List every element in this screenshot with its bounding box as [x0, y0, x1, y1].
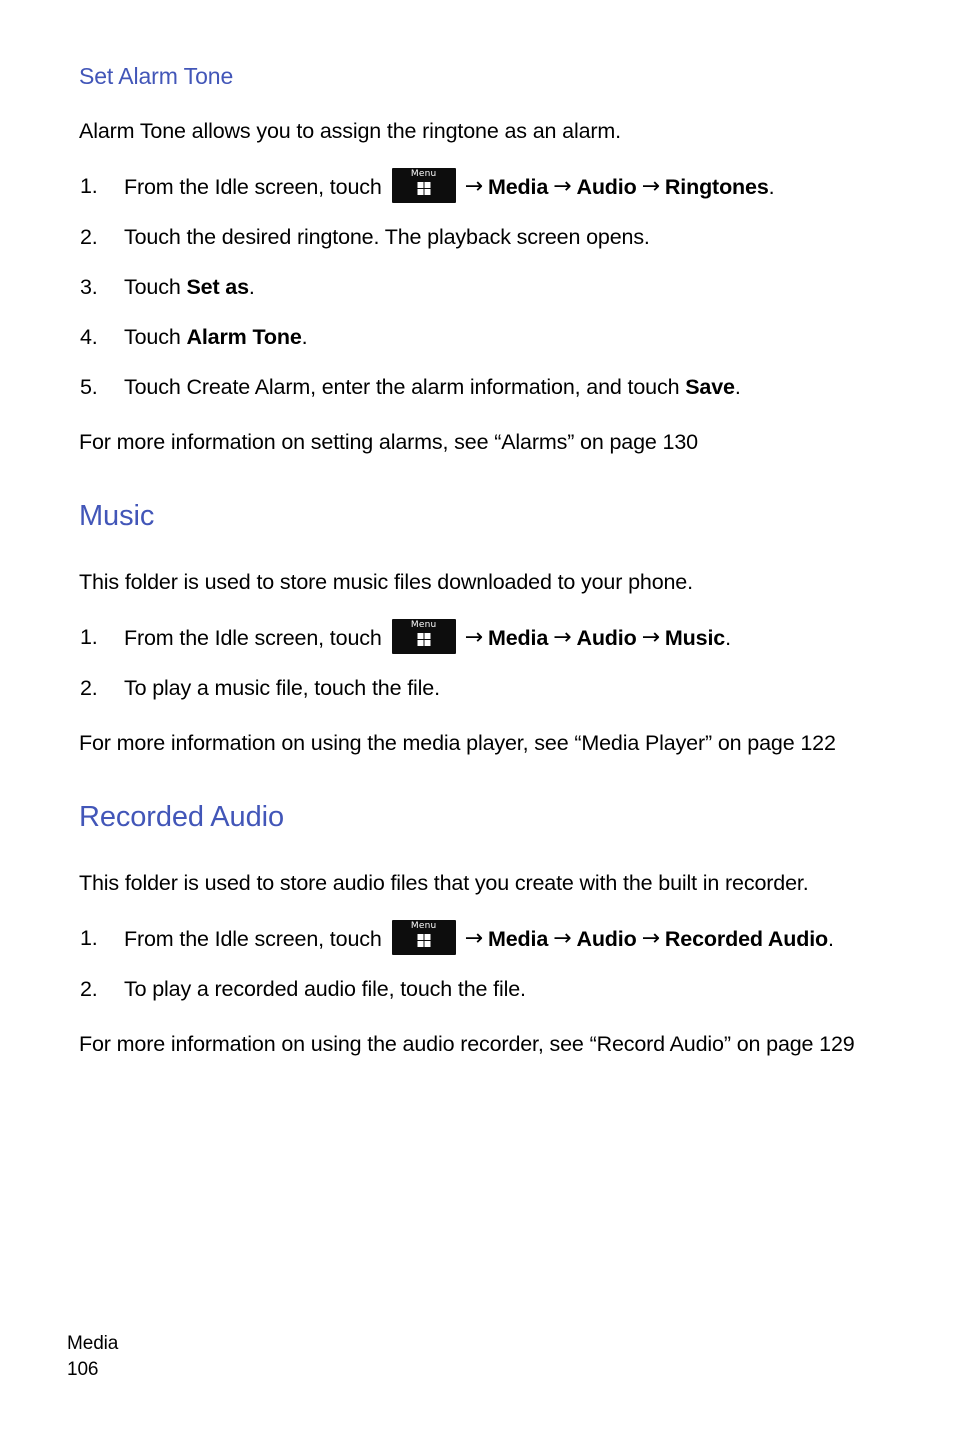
- arrow-icon: →: [553, 174, 572, 200]
- menu-key-icon[interactable]: Menu: [391, 619, 456, 655]
- nav-item-recorded-audio: Recorded Audio: [664, 927, 829, 952]
- arrow-icon: →: [553, 926, 572, 952]
- grid-icon: [417, 633, 431, 647]
- list-item: 2. To play a music file, touch the file.: [79, 670, 879, 707]
- list-item-text: From the Idle screen, touch Menu → Media → Au…: [124, 920, 879, 958]
- menu-key-icon[interactable]: Menu: [391, 920, 456, 956]
- step-post-text: .: [301, 325, 308, 350]
- steps-set-alarm-tone: 1. From the Idle screen, touch Menu → Media…: [79, 168, 879, 406]
- step-prefix-text: From the Idle screen, touch: [124, 626, 382, 651]
- list-item-text: To play a music file, touch the file.: [124, 676, 440, 701]
- step-prefix-text: From the Idle screen, touch: [124, 175, 382, 200]
- grid-icon: [417, 182, 431, 196]
- arrow-icon: →: [641, 926, 660, 952]
- list-item-text: Touch Create Alarm, enter the alarm info…: [124, 369, 879, 406]
- arrow-icon: →: [641, 625, 660, 651]
- ui-term-alarm-tone: Alarm Tone: [186, 325, 302, 350]
- manual-page: Set Alarm Tone Alarm Tone allows you to …: [0, 0, 954, 1431]
- list-item: 1. From the Idle screen, touch Menu → Media…: [79, 168, 879, 206]
- list-item: 3. Touch Set as.: [79, 269, 879, 306]
- list-item-text: Touch Alarm Tone.: [124, 319, 879, 356]
- menu-key-label: Menu: [410, 921, 437, 932]
- paragraph-set-alarm-tone-intro: Alarm Tone allows you to assign the ring…: [79, 119, 621, 144]
- ui-term-set-as: Set as: [186, 275, 249, 300]
- ui-term-save: Save: [685, 375, 735, 400]
- paragraph-record-audio-cross-reference: For more information on using the audio …: [79, 1032, 855, 1057]
- list-item: 1. From the Idle screen, touch Menu → Media…: [79, 920, 879, 958]
- page-footer: Media 106: [67, 1331, 118, 1383]
- list-number: 2.: [80, 977, 98, 1002]
- list-item-text: From the Idle screen, touch Menu → Media → Au…: [124, 168, 879, 206]
- page-content: Set Alarm Tone Alarm Tone allows you to …: [79, 63, 879, 1063]
- list-number: 5.: [80, 375, 98, 400]
- list-item-text: Touch the desired ringtone. The playback…: [124, 225, 650, 250]
- list-item: 5. Touch Create Alarm, enter the alarm i…: [79, 369, 879, 406]
- heading-music: Music: [79, 500, 155, 533]
- list-number: 1.: [80, 174, 98, 199]
- arrow-icon: →: [464, 926, 483, 952]
- list-number: 2.: [80, 225, 98, 250]
- list-item-text: Touch Set as.: [124, 269, 879, 306]
- step-post-text: .: [248, 275, 255, 300]
- nav-item-audio: Audio: [576, 626, 637, 651]
- arrow-icon: →: [553, 625, 572, 651]
- steps-recorded-audio: 1. From the Idle screen, touch Menu → Media…: [79, 920, 879, 1008]
- list-number: 4.: [80, 325, 98, 350]
- step-pre-text: Touch Create Alarm, enter the alarm info…: [124, 375, 686, 400]
- step-suffix-text: .: [768, 175, 775, 200]
- step-pre-text: Touch: [124, 325, 187, 350]
- nav-item-audio: Audio: [576, 175, 637, 200]
- step-post-text: .: [734, 375, 741, 400]
- menu-key-label: Menu: [410, 169, 437, 180]
- list-number: 3.: [80, 275, 98, 300]
- arrow-icon: →: [464, 174, 483, 200]
- nav-item-ringtones: Ringtones: [664, 175, 769, 200]
- nav-item-media: Media: [487, 927, 549, 952]
- nav-item-media: Media: [487, 175, 549, 200]
- steps-music: 1. From the Idle screen, touch Menu → Media…: [79, 619, 879, 707]
- nav-item-music: Music: [664, 626, 726, 651]
- menu-key-icon[interactable]: Menu: [391, 168, 456, 204]
- list-item-text: From the Idle screen, touch Menu → Media → Au…: [124, 619, 879, 657]
- paragraph-alarms-cross-reference: For more information on setting alarms, …: [79, 430, 698, 455]
- list-item: 4. Touch Alarm Tone.: [79, 319, 879, 356]
- step-prefix-text: From the Idle screen, touch: [124, 927, 382, 952]
- list-item-text: To play a recorded audio file, touch the…: [124, 977, 526, 1002]
- list-item: 1. From the Idle screen, touch Menu → Media…: [79, 619, 879, 657]
- paragraph-music-intro: This folder is used to store music files…: [79, 570, 693, 595]
- step-suffix-text: .: [725, 626, 731, 651]
- paragraph-media-player-cross-reference: For more information on using the media …: [79, 731, 836, 756]
- menu-key-label: Menu: [410, 620, 437, 631]
- step-pre-text: Touch: [124, 275, 187, 300]
- grid-icon: [417, 934, 431, 948]
- footer-page-number: 106: [67, 1359, 99, 1380]
- heading-set-alarm-tone: Set Alarm Tone: [79, 63, 234, 89]
- arrow-icon: →: [464, 625, 483, 651]
- list-number: 2.: [80, 676, 98, 701]
- list-number: 1.: [80, 625, 98, 650]
- nav-item-audio: Audio: [576, 927, 637, 952]
- list-item: 2. To play a recorded audio file, touch …: [79, 971, 879, 1008]
- paragraph-recorded-audio-intro: This folder is used to store audio files…: [79, 871, 809, 896]
- heading-recorded-audio: Recorded Audio: [79, 801, 284, 834]
- step-suffix-text: .: [828, 927, 834, 952]
- list-item: 2. Touch the desired ringtone. The playb…: [79, 219, 879, 256]
- footer-chapter-name: Media: [67, 1333, 119, 1354]
- arrow-icon: →: [641, 174, 660, 200]
- list-number: 1.: [80, 926, 98, 951]
- nav-item-media: Media: [487, 626, 549, 651]
